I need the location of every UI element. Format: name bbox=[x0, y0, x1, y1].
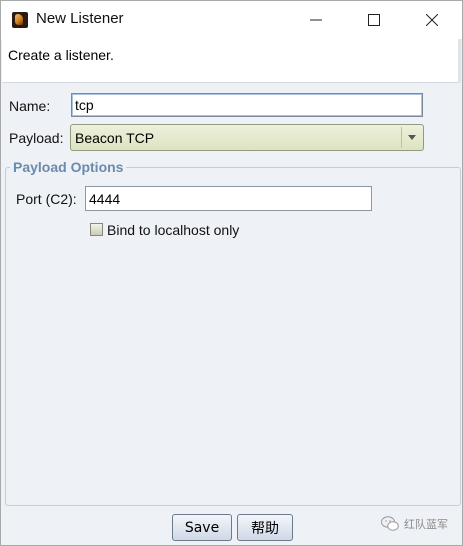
payload-selected-value: Beacon TCP bbox=[75, 130, 155, 146]
name-input[interactable]: tcp bbox=[71, 93, 423, 117]
bind-localhost-checkbox[interactable] bbox=[90, 223, 103, 236]
app-icon bbox=[12, 12, 28, 28]
description-text: Create a listener. bbox=[8, 47, 114, 63]
description-panel: Create a listener. bbox=[2, 39, 461, 83]
watermark-text: 红队蓝军 bbox=[404, 518, 448, 531]
wechat-icon bbox=[381, 516, 399, 531]
maximize-button[interactable] bbox=[345, 1, 403, 39]
port-label: Port (C2): bbox=[16, 191, 77, 207]
new-listener-dialog: New Listener Create a listener. Name: tc… bbox=[0, 0, 463, 546]
payload-options-group bbox=[5, 167, 461, 506]
name-label: Name: bbox=[9, 98, 51, 114]
minimize-icon bbox=[310, 19, 322, 21]
payload-select[interactable]: Beacon TCP bbox=[70, 124, 424, 151]
title-bar: New Listener bbox=[1, 1, 462, 39]
payload-label: Payload: bbox=[9, 130, 64, 146]
help-button[interactable]: 帮助 bbox=[237, 514, 293, 541]
payload-options-title: Payload Options bbox=[10, 159, 127, 175]
minimize-button[interactable] bbox=[287, 1, 345, 39]
chevron-down-icon[interactable] bbox=[401, 127, 421, 148]
watermark: 红队蓝军 bbox=[381, 516, 448, 532]
maximize-icon bbox=[368, 14, 380, 26]
bind-localhost-label[interactable]: Bind to localhost only bbox=[107, 222, 239, 238]
window-title: New Listener bbox=[36, 10, 124, 27]
description-scrollbar[interactable] bbox=[458, 39, 461, 83]
port-input[interactable]: 4444 bbox=[85, 186, 372, 211]
close-icon bbox=[426, 14, 438, 26]
close-button[interactable] bbox=[403, 1, 461, 39]
save-button[interactable]: Save bbox=[172, 514, 232, 541]
